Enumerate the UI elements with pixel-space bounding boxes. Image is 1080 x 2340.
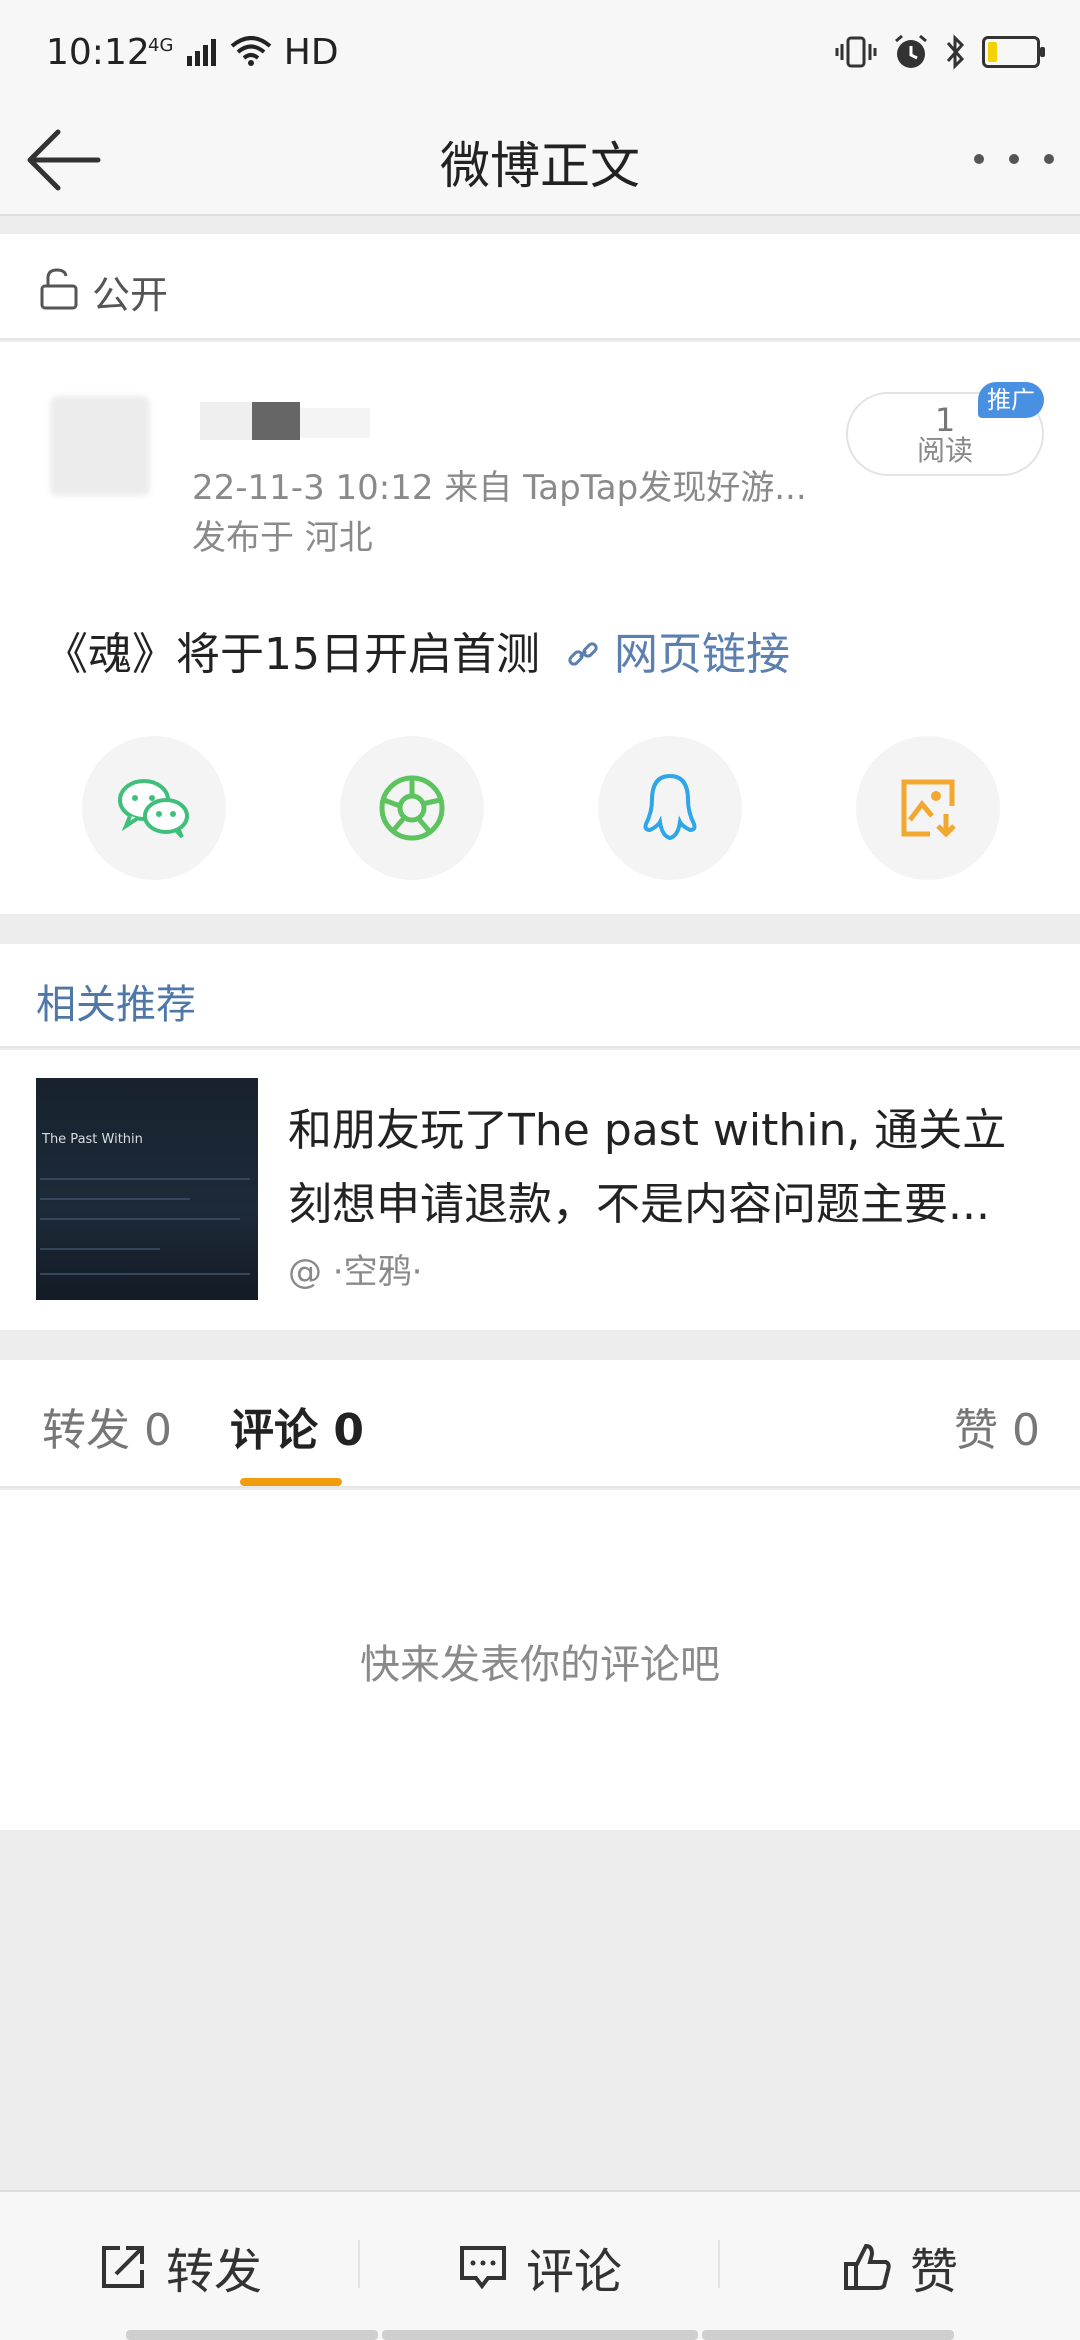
web-link[interactable]: 网页链接 [614, 629, 790, 680]
repost-icon [101, 2246, 144, 2288]
comment-icon [459, 2246, 506, 2290]
save-image-button[interactable] [856, 736, 1000, 880]
wechat-icon [118, 779, 189, 839]
related-header: 相关推荐 [0, 944, 1080, 1048]
comment-label: 评论 [525, 2244, 622, 2300]
share-moments-button[interactable] [340, 736, 484, 880]
status-bar: 10:12 4G HD [0, 0, 1080, 104]
related-thumbnail: The Past Within [36, 1078, 258, 1300]
post-text: 《魂》将于15日开启首测 [44, 629, 540, 680]
related-line-2: 刻想申请退款，不是内容问题主要... [288, 1179, 990, 1230]
repost-label: 转发 [165, 2244, 262, 2300]
related-text: 和朋友玩了The past within, 通关立 刻想申请退款，不是内容问题主… [288, 1094, 1056, 1242]
like-label: 赞 [909, 2244, 958, 2300]
thumbs-up-icon [843, 2243, 891, 2290]
signal-icon [186, 39, 216, 66]
comments-empty-area: 快来发表你的评论吧 [0, 1490, 1080, 1830]
share-wechat-button[interactable] [82, 736, 226, 880]
battery-icon [982, 36, 1045, 68]
tab-repost[interactable]: 转发 0 [42, 1394, 172, 1458]
bluetooth-icon [946, 34, 965, 70]
more-dot-icon [974, 154, 984, 164]
status-time: 10:12 [46, 32, 150, 73]
tab-like[interactable]: 赞 0 [954, 1394, 1040, 1458]
unlock-icon [40, 268, 78, 310]
related-line-1: 和朋友玩了The past within, 通关立 [288, 1105, 1007, 1156]
more-dot-icon [1044, 154, 1054, 164]
hd-indicator: HD [283, 32, 339, 73]
tab-comment[interactable]: 评论 0 [230, 1394, 364, 1458]
username-redacted[interactable] [200, 402, 370, 442]
comment-button[interactable]: 评论 [360, 2192, 720, 2340]
bottom-action-bar: 转发 评论 赞 [0, 2190, 1080, 2340]
repost-button[interactable]: 转发 [0, 2192, 360, 2340]
network-indicator: 4G HD [148, 32, 339, 73]
gesture-bar [382, 2330, 698, 2340]
active-tab-indicator [240, 1478, 342, 1486]
share-qq-button[interactable] [598, 736, 742, 880]
thumbnail-title: The Past Within [42, 1132, 143, 1147]
page-title: 微博正文 [440, 137, 640, 195]
wifi-icon [231, 36, 272, 66]
save-image-icon [901, 779, 956, 838]
more-dot-icon [1009, 154, 1019, 164]
vibrate-icon [835, 36, 877, 68]
moments-icon [379, 775, 445, 841]
gesture-bar [126, 2330, 378, 2340]
battery-level [988, 42, 997, 62]
related-title: 相关推荐 [36, 982, 196, 1028]
related-author: @ ·空鸦· [288, 1252, 423, 1292]
nav-bar: 微博正文 [0, 104, 1080, 216]
post-meta: 22-11-3 10:12 来自 TapTap发现好游... [192, 468, 807, 508]
related-item[interactable]: The Past Within 和朋友玩了The past within, 通关… [0, 1050, 1080, 1330]
post-content: 《魂》将于15日开启首测 网页链接 [44, 618, 790, 682]
visibility-row[interactable]: 公开 [0, 234, 1080, 340]
like-button[interactable]: 赞 [720, 2192, 1080, 2340]
post-location: 发布于 河北 [192, 518, 373, 558]
link-icon [568, 642, 598, 666]
read-label: 阅读 [916, 434, 973, 467]
interaction-tabs: 转发 0 评论 0 赞 0 [0, 1360, 1080, 1488]
alarm-icon [895, 34, 927, 68]
network-type: 4G [148, 35, 174, 56]
post-card: 22-11-3 10:12 来自 TapTap发现好游... 发布于 河北 1 … [0, 342, 1080, 914]
more-button[interactable] [974, 134, 1054, 184]
empty-comments-text: 快来发表你的评论吧 [360, 1642, 720, 1688]
avatar[interactable] [50, 396, 150, 496]
visibility-label: 公开 [92, 273, 169, 317]
gesture-bar [702, 2330, 954, 2340]
status-icons [834, 30, 1045, 74]
promo-badge: 推广 [978, 382, 1044, 418]
qq-icon [643, 773, 697, 841]
